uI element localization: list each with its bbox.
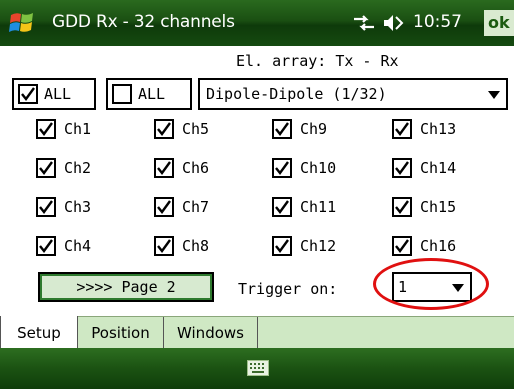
channel-checkbox-5[interactable]: Ch5 <box>154 119 209 139</box>
window-title: GDD Rx - 32 channels <box>52 12 235 32</box>
channel-checkbox-10[interactable]: Ch10 <box>272 158 336 178</box>
checkbox-checked[interactable] <box>36 158 56 178</box>
deselect-all-checkbox[interactable]: ALL <box>106 78 192 110</box>
array-type-value: Dipole-Dipole (1/32) <box>206 85 387 103</box>
checkbox-checked[interactable] <box>392 236 412 256</box>
channel-label: Ch4 <box>64 237 92 255</box>
electrode-array-label: El. array: Tx - Rx <box>236 52 399 70</box>
checkbox-checked[interactable] <box>154 236 174 256</box>
checkbox-checked[interactable] <box>392 158 412 178</box>
checkbox-checked[interactable] <box>272 197 292 217</box>
tab-windows[interactable]: Windows <box>164 317 258 349</box>
checkbox-checked[interactable] <box>392 197 412 217</box>
channel-label: Ch8 <box>182 237 210 255</box>
windows-start-icon[interactable] <box>8 9 36 37</box>
deselect-all-label: ALL <box>138 85 166 103</box>
channel-label: Ch5 <box>182 120 210 138</box>
checkbox-checked[interactable] <box>154 119 174 139</box>
checkbox-checked[interactable] <box>272 119 292 139</box>
channel-label: Ch7 <box>182 198 210 216</box>
select-all-checkbox[interactable]: ALL <box>12 78 96 110</box>
chevron-down-icon <box>488 91 500 99</box>
checkbox-checked[interactable] <box>154 158 174 178</box>
checkbox-checked[interactable] <box>272 158 292 178</box>
channel-label: Ch12 <box>300 237 337 255</box>
highlight-circle <box>373 258 489 310</box>
checkbox-checked[interactable] <box>272 236 292 256</box>
channel-checkbox-2[interactable]: Ch2 <box>36 158 91 178</box>
channel-label: Ch11 <box>300 198 337 216</box>
channel-label: Ch9 <box>300 120 328 138</box>
checkbox-unchecked[interactable] <box>112 84 132 104</box>
channel-label: Ch14 <box>420 159 457 177</box>
channel-label: Ch6 <box>182 159 210 177</box>
channel-checkbox-9[interactable]: Ch9 <box>272 119 327 139</box>
channel-checkbox-7[interactable]: Ch7 <box>154 197 209 217</box>
checkbox-checked[interactable] <box>392 119 412 139</box>
title-bar: GDD Rx - 32 channels 10:57 ok <box>0 0 514 46</box>
select-all-label: ALL <box>44 85 72 103</box>
tab-setup[interactable]: Setup <box>0 316 78 349</box>
channel-checkbox-8[interactable]: Ch8 <box>154 236 209 256</box>
checkbox-checked[interactable] <box>36 197 56 217</box>
tab-position[interactable]: Position <box>78 317 164 349</box>
channel-checkbox-16[interactable]: Ch16 <box>392 236 456 256</box>
channel-label: Ch1 <box>64 120 92 138</box>
channel-checkbox-14[interactable]: Ch14 <box>392 158 456 178</box>
channel-label: Ch13 <box>420 120 457 138</box>
checkbox-checked[interactable] <box>18 84 38 104</box>
channel-label: Ch10 <box>300 159 337 177</box>
channel-checkbox-3[interactable]: Ch3 <box>36 197 91 217</box>
channel-checkbox-1[interactable]: Ch1 <box>36 119 91 139</box>
channel-checkbox-15[interactable]: Ch15 <box>392 197 456 217</box>
signal-icon[interactable] <box>352 13 376 33</box>
clock[interactable]: 10:57 <box>413 12 462 32</box>
keyboard-icon[interactable] <box>247 360 269 376</box>
channel-label: Ch3 <box>64 198 92 216</box>
channel-checkbox-6[interactable]: Ch6 <box>154 158 209 178</box>
channel-label: Ch2 <box>64 159 92 177</box>
channel-checkbox-11[interactable]: Ch11 <box>272 197 336 217</box>
trigger-label: Trigger on: <box>238 280 338 298</box>
channel-checkbox-12[interactable]: Ch12 <box>272 236 336 256</box>
bottom-bar <box>0 348 514 389</box>
channel-label: Ch15 <box>420 198 457 216</box>
checkbox-checked[interactable] <box>36 119 56 139</box>
checkbox-checked[interactable] <box>36 236 56 256</box>
volume-icon[interactable] <box>382 13 408 33</box>
channel-checkbox-4[interactable]: Ch4 <box>36 236 91 256</box>
tab-strip: Setup Position Windows <box>0 316 514 349</box>
ok-button[interactable]: ok <box>484 10 514 36</box>
channel-label: Ch16 <box>420 237 457 255</box>
array-type-select[interactable]: Dipole-Dipole (1/32) <box>198 78 508 110</box>
checkbox-checked[interactable] <box>154 197 174 217</box>
channel-checkbox-13[interactable]: Ch13 <box>392 119 456 139</box>
page-2-button[interactable]: >>>> Page 2 <box>38 272 214 302</box>
